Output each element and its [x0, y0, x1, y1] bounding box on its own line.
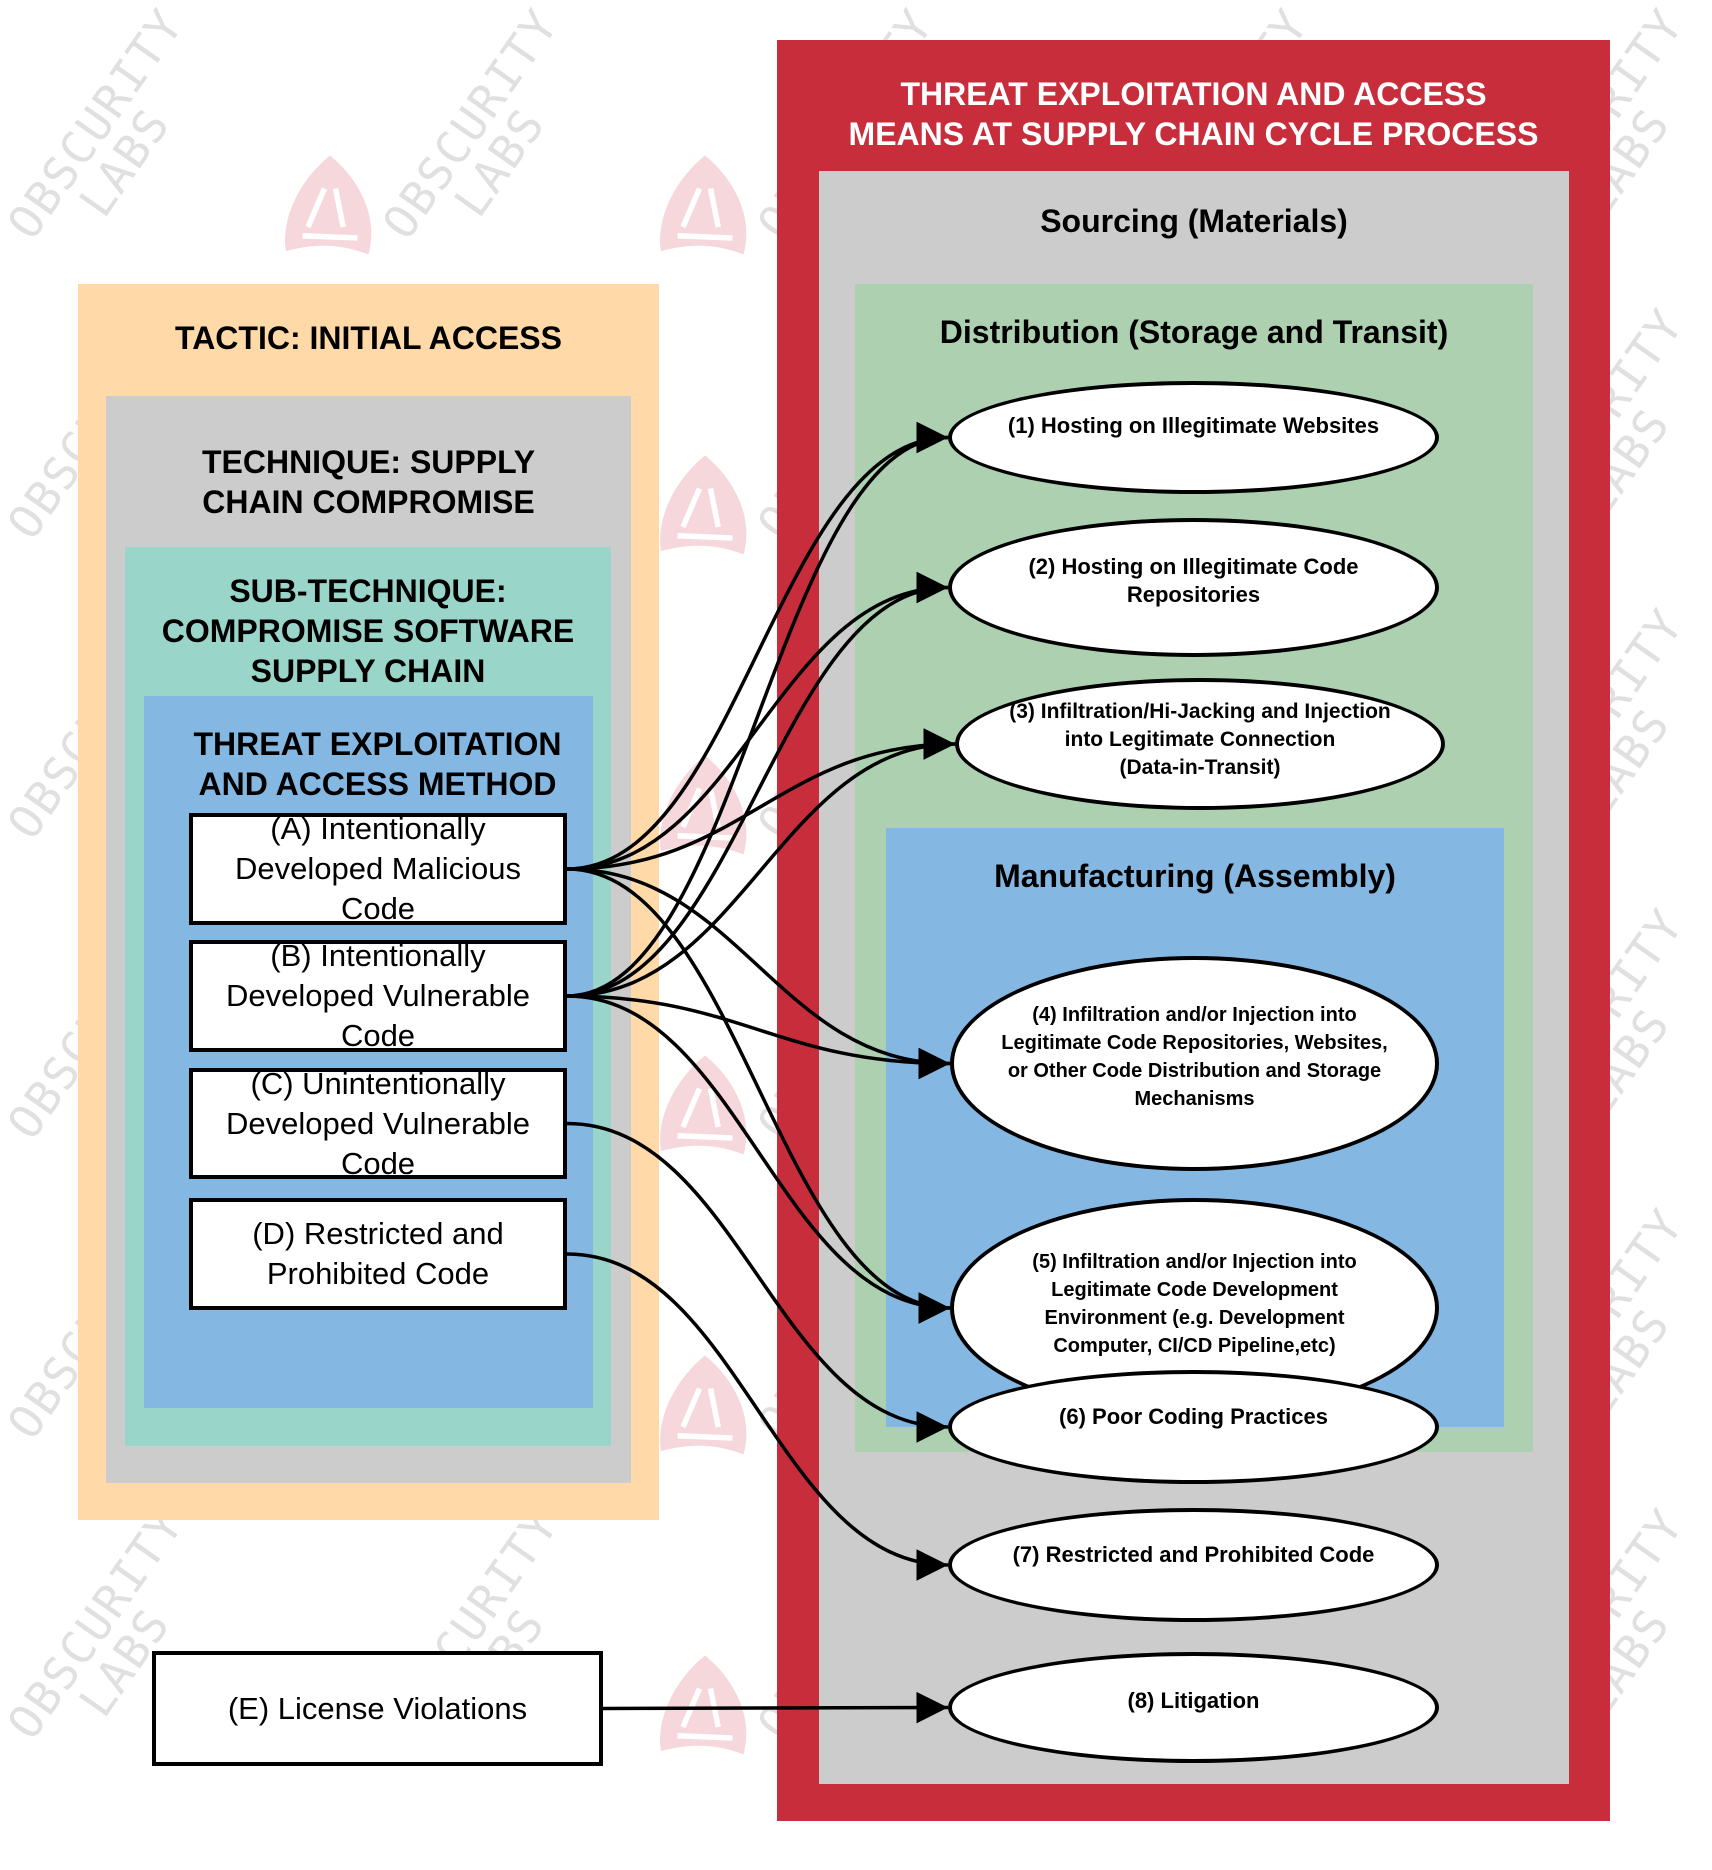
method-box-c[interactable]: (C) Unintentionally Developed Vulnerable…	[189, 1066, 567, 1181]
means-node-3[interactable]: (3) Infiltration/Hi-Jacking and Injectio…	[955, 678, 1445, 810]
shield-logo-icon	[660, 1355, 747, 1455]
means-4-line1: (4) Infiltration and/or Injection into	[1032, 1003, 1357, 1026]
means-node-7[interactable]: (7) Restricted and Prohibited Code	[948, 1508, 1439, 1622]
process-title: THREAT EXPLOITATION AND ACCESS MEANS AT …	[777, 74, 1610, 154]
means-2-line1: (2) Hosting on Illegitimate Code	[1028, 553, 1359, 579]
method-box-d[interactable]: (D) Restricted and Prohibited Code	[189, 1198, 567, 1310]
subtechnique-title: SUB-TECHNIQUE: COMPROMISE SOFTWARE SUPPL…	[125, 571, 611, 691]
method-b-line2: Developed Vulnerable	[226, 978, 530, 1013]
means-5-line2: Legitimate Code Development	[1051, 1279, 1338, 1301]
method-a-line2: Developed Malicious	[234, 851, 522, 886]
watermark-text: OBSCURITY LABS	[0, 0, 195, 276]
means-4-line2: Legitimate Code Repositories, Websites,	[1001, 1031, 1388, 1054]
means-node-1[interactable]: (1) Hosting on Illegitimate Websites	[948, 381, 1439, 494]
watermark-tile: OBSCURITY LABS	[255, 0, 569, 255]
technique-title-line1: TECHNIQUE: SUPPLY	[201, 444, 536, 480]
method-box-b[interactable]: (B) Intentionally Developed Vulnerable C…	[189, 938, 567, 1053]
means-5-line4: Computer, CI/CD Pipeline,etc)	[1053, 1335, 1336, 1357]
means-5-line3: Environment (e.g. Development	[1044, 1307, 1345, 1329]
shield-logo-icon	[660, 1655, 747, 1755]
shield-logo-icon	[0, 1050, 10, 1160]
method-title: THREAT EXPLOITATION AND ACCESS METHOD	[144, 724, 593, 804]
means-3-line2: into Legitimate Connection	[1064, 728, 1336, 751]
method-a-line1: (A) Intentionally	[270, 811, 486, 846]
shield-logo-icon	[660, 155, 747, 255]
shield-logo-icon	[0, 750, 10, 860]
shield-logo-icon	[0, 450, 10, 560]
means-node-2[interactable]: (2) Hosting on Illegitimate Code Reposit…	[948, 518, 1439, 657]
method-b-line1: (B) Intentionally	[270, 938, 486, 973]
method-box-e[interactable]: (E) License Violations	[152, 1651, 603, 1766]
means-node-6[interactable]: (6) Poor Coding Practices	[948, 1370, 1439, 1484]
shield-logo-icon	[0, 1350, 10, 1460]
method-c-line2: Developed Vulnerable	[226, 1105, 530, 1141]
distribution-title: Distribution (Storage and Transit)	[939, 314, 1449, 350]
means-1-line1: (1) Hosting on Illegitimate Websites	[1007, 412, 1380, 438]
shield-logo-icon	[660, 755, 747, 855]
process-title-line1: THREAT EXPLOITATION AND ACCESS	[900, 76, 1487, 112]
method-d-line1: (D) Restricted and	[252, 1216, 504, 1251]
method-a-line3: Code	[340, 891, 416, 926]
means-4-line3: or Other Code Distribution and Storage	[1007, 1059, 1382, 1082]
subtechnique-title-line1: SUB-TECHNIQUE:	[229, 573, 507, 609]
shield-logo-icon	[285, 155, 372, 255]
sourcing-title: Sourcing (Materials)	[1040, 203, 1348, 239]
means-4-line4: Mechanisms	[1134, 1087, 1255, 1110]
watermark-text: OBSCURITY LABS	[371, 0, 570, 276]
means-node-4[interactable]: (4) Infiltration and/or Injection into L…	[950, 956, 1439, 1171]
method-e-label: (E) License Violations	[227, 1690, 528, 1726]
technique-title-line2: CHAIN COMPROMISE	[202, 484, 535, 520]
method-c-line3: Code	[340, 1145, 416, 1181]
method-b-line3: Code	[340, 1018, 416, 1053]
shield-logo-icon	[660, 455, 747, 555]
shield-logo-icon	[0, 150, 10, 260]
shield-logo-icon	[0, 1650, 10, 1760]
subtechnique-title-line3: SUPPLY CHAIN	[250, 653, 486, 689]
means-5-line1: (5) Infiltration and/or Injection into	[1032, 1251, 1357, 1273]
method-title-line2: AND ACCESS METHOD	[198, 766, 557, 802]
means-7-line1: (7) Restricted and Prohibited Code	[1012, 1542, 1375, 1567]
manufacturing-title: Manufacturing (Assembly)	[994, 858, 1396, 894]
watermark-tile: OBSCURITY LABS	[0, 1499, 194, 1750]
method-title-line1: THREAT EXPLOITATION	[193, 726, 562, 762]
means-node-8[interactable]: (8) Litigation	[948, 1652, 1439, 1763]
technique-title: TECHNIQUE: SUPPLY CHAIN COMPROMISE	[106, 442, 631, 522]
method-c-line1: (C) Unintentionally	[250, 1065, 506, 1101]
means-3-line1: (3) Infiltration/Hi-Jacking and Injectio…	[1009, 700, 1391, 723]
watermark-tile: OBSCURITY LABS	[0, 0, 194, 250]
means-2-line2: Repositories	[1126, 581, 1261, 607]
subtechnique-title-line2: COMPROMISE SOFTWARE	[161, 613, 575, 649]
means-3-line3: (Data-in-Transit)	[1119, 756, 1281, 779]
method-d-line2: Prohibited Code	[266, 1256, 490, 1291]
means-8-line1: (8) Litigation	[1127, 1687, 1260, 1713]
method-box-a[interactable]: (A) Intentionally Developed Malicious Co…	[189, 811, 567, 926]
shield-logo-icon	[660, 1055, 747, 1155]
means-6-line1: (6) Poor Coding Practices	[1059, 1404, 1328, 1429]
process-title-line2: MEANS AT SUPPLY CHAIN CYCLE PROCESS	[848, 116, 1539, 152]
tactic-title: TACTIC: INITIAL ACCESS	[175, 320, 562, 356]
